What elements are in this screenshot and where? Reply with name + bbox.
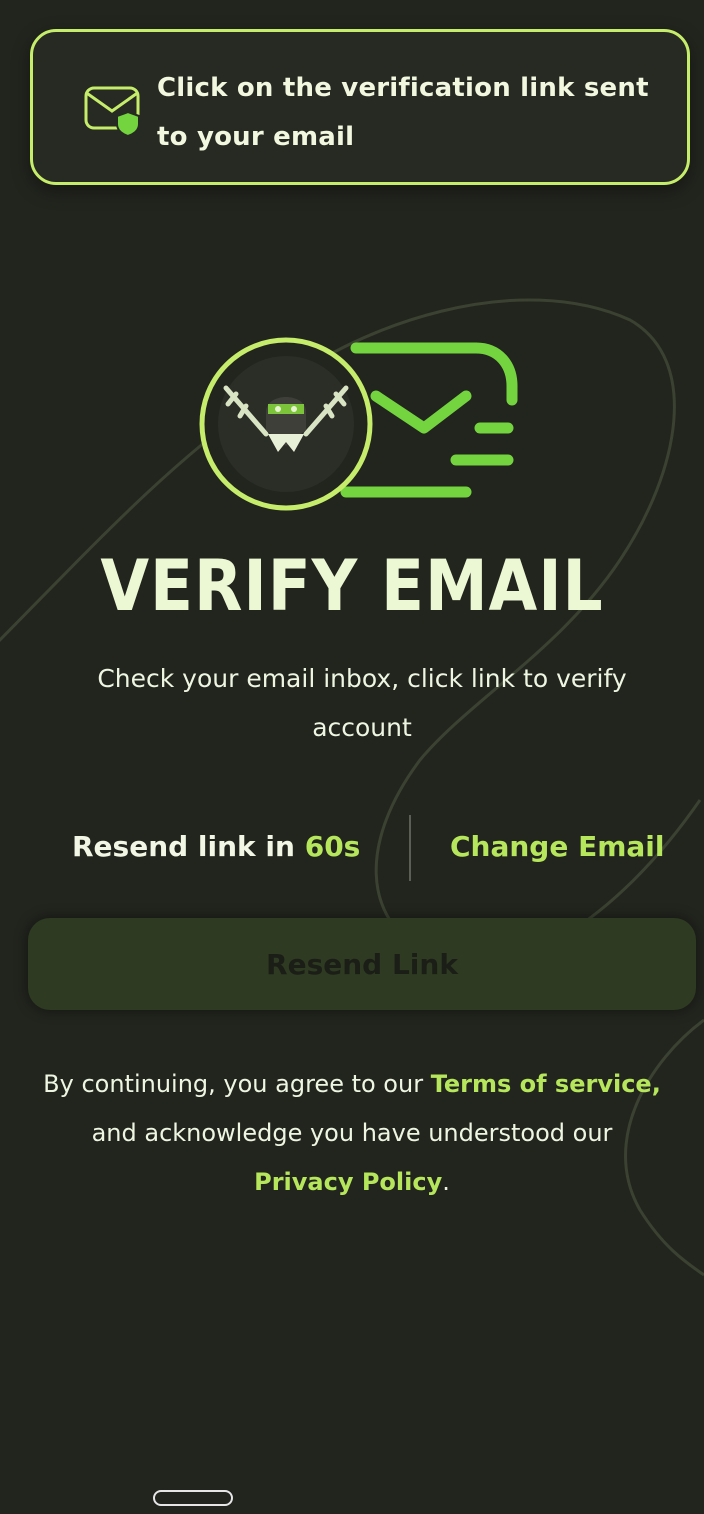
vertical-divider [409, 815, 411, 881]
legal-suffix: . [442, 1168, 450, 1196]
resend-countdown-text: Resend link in 60s [72, 830, 360, 863]
page-title: VERIFY EMAIL [100, 545, 604, 627]
terms-of-service-link[interactable]: Terms of service, [431, 1070, 661, 1098]
toast-message: Click on the verification link sent to y… [157, 73, 649, 152]
legal-notice: By continuing, you agree to our Terms of… [0, 1060, 704, 1207]
change-email-link[interactable]: Change Email [450, 830, 664, 863]
resend-actions-row: Resend link in 60s Change Email [0, 815, 704, 881]
background-decoration [0, 298, 704, 1277]
resend-countdown: 60s [304, 830, 361, 863]
verification-toast: Click on the verification link sent to y… [30, 29, 690, 185]
legal-prefix: By continuing, you agree to our [43, 1070, 431, 1098]
privacy-policy-link[interactable]: Privacy Policy [254, 1168, 442, 1196]
hero-illustration [199, 337, 518, 511]
mail-shield-icon [84, 86, 140, 138]
legal-middle: and acknowledge you have understood our [91, 1119, 613, 1147]
resend-prefix: Resend link in [72, 830, 305, 863]
ninja-avatar-icon [199, 337, 373, 511]
resend-link-button[interactable]: Resend Link [28, 918, 696, 1010]
page-subtitle: Check your email inbox, click link to ve… [97, 664, 627, 742]
home-indicator[interactable] [153, 1490, 233, 1506]
